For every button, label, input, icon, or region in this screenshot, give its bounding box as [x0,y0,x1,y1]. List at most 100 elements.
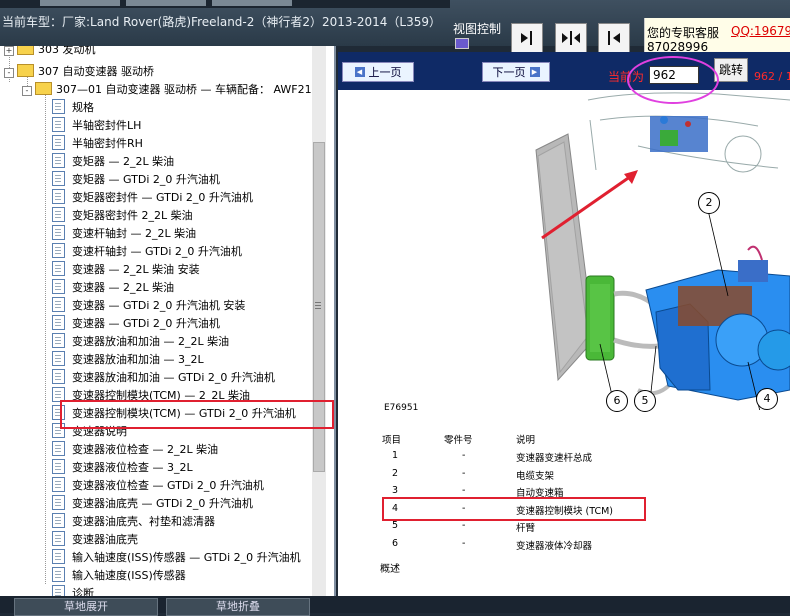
next-page-button[interactable]: 下一页 ▶ [482,62,550,82]
document-icon [52,315,65,330]
document-icon [52,243,65,258]
expand-right-button[interactable] [511,23,543,53]
tree-leaf-item[interactable]: 输入轴速度(ISS)传感器 [52,567,186,585]
document-icon [52,171,65,186]
tree-leaf-item[interactable]: 变矩器 — GTDi 2_0 升汽油机 [52,171,220,189]
tree-leaf-item[interactable]: 变速器 — 2_2L 柴油 安装 [52,261,200,279]
callout-number: 2 [698,192,720,214]
document-icon [52,531,65,546]
tree-leaf-item[interactable]: 变速器放油和加油 — 3_2L [52,351,204,369]
expand-icon[interactable]: + [4,46,14,56]
document-icon [52,495,65,510]
collapse-icon[interactable]: - [22,86,32,96]
callout-number: 5 [634,390,656,412]
tree-leaf-item[interactable]: 变速器油底壳、衬垫和滤清器 [52,513,215,531]
figure-code: E76951 [384,403,419,413]
tree-leaf-item[interactable]: 变速器油底壳 — GTDi 2_0 升汽油机 [52,495,253,513]
service-qq-link[interactable]: QQ:19679 [731,24,790,38]
tree-node-transmission[interactable]: -307 自动变速器 驱动桥 [4,63,154,81]
tree-leaf-item[interactable]: 半轴密封件LH [52,117,141,135]
tree-leaf-item[interactable]: 变矩器密封件 2_2L 柴油 [52,207,193,225]
document-icon [52,117,65,132]
service-label: 您的专职客服 [647,26,720,40]
top-tab[interactable] [212,0,292,6]
document-icon [52,225,65,240]
document-icon [52,459,65,474]
document-icon [52,585,65,596]
top-tab[interactable] [40,0,120,6]
document-icon [52,153,65,168]
arrow-right-bar-icon [521,31,532,45]
tree-scrollbar[interactable] [312,46,326,596]
document-icon [52,513,65,528]
service-box: 您的专职客服 QQ:19679 87028996 [644,18,790,54]
collapse-tree-button[interactable]: 草地折叠 [166,598,310,616]
document-icon [52,135,65,150]
callout-number: 4 [756,388,778,410]
folder-icon [17,46,34,55]
scrollbar-grip [315,302,321,303]
legend-highlight-box [382,497,646,521]
document-icon [52,189,65,204]
tree-node-engine[interactable]: +303 发动机 [4,46,96,59]
document-icon [52,477,65,492]
expand-both-button[interactable] [555,23,587,53]
tree-leaf-item[interactable]: 变速器 — 2_2L 柴油 [52,279,174,297]
document-icon [52,441,65,456]
tree-leaf-item[interactable]: 变速杆轴封 — 2_2L 柴油 [52,225,196,243]
tree-leaf-item[interactable]: 变速器放油和加油 — 2_2L 柴油 [52,333,229,351]
document-icon [52,369,65,384]
tree-node-subgroup[interactable]: -307—01 自动变速器 驱动桥 — 车辆配备： AWF21 [22,81,312,99]
page-total: 962 / 1 [754,70,790,83]
tree-leaf-item[interactable]: 变速器液位检查 — 3_2L [52,459,193,477]
prev-page-button[interactable]: ◀ 上一页 [342,62,414,82]
tree-leaf-item[interactable]: 变速器油底壳 [52,531,138,549]
transmission-illustration [535,92,790,410]
document-icon [52,567,65,582]
document-icon [52,297,65,312]
tree-leaf-item[interactable]: 变速器放油和加油 — GTDi 2_0 升汽油机 [52,369,275,387]
catalog-tree: +303 发动机 -307 自动变速器 驱动桥 -307—01 自动变速器 驱动… [0,46,336,596]
document-icon [52,333,65,348]
collapse-icon[interactable]: - [4,68,14,78]
collapse-left-button[interactable] [598,23,630,53]
expand-tree-button[interactable]: 草地展开 [14,598,158,616]
tree-leaf-item[interactable]: 变矩器 — 2_2L 柴油 [52,153,174,171]
tree-leaf-item[interactable]: 变速器液位检查 — GTDi 2_0 升汽油机 [52,477,264,495]
document-icon [52,207,65,222]
split-arrows-icon [562,31,580,45]
document-icon [52,279,65,294]
overview-heading: 概述 [380,564,400,575]
car-model-title: 当前车型：厂家:Land Rover(路虎)Freeland-2（神行者2）20… [2,15,442,29]
arrow-right-icon: ▶ [529,67,540,77]
tree-leaf-item[interactable]: 变速器 — GTDi 2_0 升汽油机 [52,315,220,333]
folder-open-icon [35,82,52,95]
tree-leaf-item[interactable]: 变速器液位检查 — 2_2L 柴油 [52,441,218,459]
engine-inset [650,116,708,152]
folder-open-icon [17,64,34,77]
tree-leaf-item[interactable]: 半轴密封件RH [52,135,143,153]
document-icon [52,99,65,114]
view-control-icon [455,38,469,49]
view-control-label: 视图控制 [453,22,502,36]
tree-leaf-item[interactable]: 输入轴速度(ISS)传感器 — GTDi 2_0 升汽油机 [52,549,301,567]
tree-highlight-box [60,400,334,429]
tree-leaf-item[interactable]: 规格 [52,99,94,117]
callout-number: 6 [606,390,628,412]
tree-leaf-item[interactable]: 诊断 [52,585,94,596]
tree-leaf-item[interactable]: 变速杆轴封 — GTDi 2_0 升汽油机 [52,243,242,261]
annotation-arrowhead [624,170,638,184]
arrow-left-bar-icon [608,31,620,45]
arrow-left-icon: ◀ [354,67,365,77]
jump-button[interactable]: 跳转 [714,58,748,82]
document-toolbar: ◀ 上一页 下一页 ▶ 当前为 962 跳转 962 / 1 [338,52,790,90]
document-icon [52,261,65,276]
tree-leaf-item[interactable]: 变速器 — GTDi 2_0 升汽油机 安装 [52,297,245,315]
document-icon [52,351,65,366]
top-tab[interactable] [126,0,206,6]
page-input-annotation-circle [627,56,719,104]
transmission-body [645,245,790,401]
document-icon [52,549,65,564]
top-tab-strip [0,0,450,8]
tree-leaf-item[interactable]: 变矩器密封件 — GTDi 2_0 升汽油机 [52,189,253,207]
